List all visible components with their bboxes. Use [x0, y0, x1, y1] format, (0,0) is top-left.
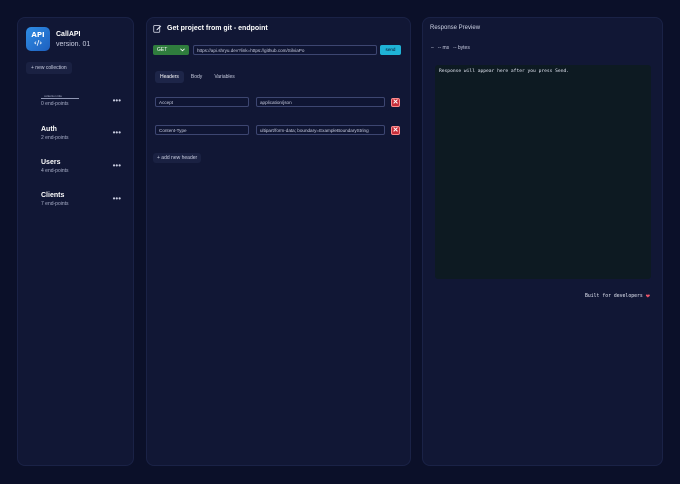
response-status: – [431, 45, 434, 51]
endpoint-title: Get project from git - endpoint [167, 25, 268, 32]
collection-count: 0 end-points [41, 101, 69, 107]
tab-headers[interactable]: Headers [155, 71, 184, 83]
header-value-input[interactable]: ultipart/form-data; boundary=ExampleBoun… [256, 125, 385, 135]
response-title: Response Preview [430, 25, 481, 31]
brand: API ‹/› CallAPI version. 01 [26, 27, 90, 51]
request-tabs: Headers Body Variables [155, 71, 242, 83]
more-options-icon[interactable]: ••• [113, 128, 121, 137]
collection-item-auth[interactable]: Auth 2 end-points ••• [41, 126, 121, 141]
footer-text: Built for developers [585, 293, 643, 299]
delete-header-icon[interactable]: ✕ [391, 125, 400, 135]
footer: Built for developers ❤ [585, 292, 650, 300]
header-key-input[interactable]: Accept [155, 97, 249, 107]
collection-count: 4 end-points [41, 168, 69, 174]
response-placeholder: Response will appear here after you pres… [439, 69, 569, 74]
sidebar: API ‹/› CallAPI version. 01 + new collec… [17, 17, 134, 466]
collection-count: 2 end-points [41, 135, 69, 141]
url-input[interactable]: https://api.shryu.dev?link=https://githu… [193, 45, 377, 55]
method-value: GET [157, 47, 168, 53]
logo-code-glyph: ‹/› [33, 38, 43, 47]
more-options-icon[interactable]: ••• [113, 96, 121, 105]
new-collection-button[interactable]: + new collection [26, 62, 72, 74]
collection-item[interactable]: collection title 0 end-points ••• [41, 94, 121, 107]
send-button[interactable]: send [380, 45, 401, 55]
response-panel: Response Preview – -- ms -- bytes Respon… [422, 17, 663, 466]
collection-name: Auth [41, 126, 57, 133]
collection-title-input[interactable]: collection title [41, 94, 79, 99]
header-value-input[interactable]: application/json [256, 97, 385, 107]
tab-variables[interactable]: Variables [209, 71, 239, 83]
header-row: Content-Type ultipart/form-data; boundar… [155, 125, 400, 135]
app-name: CallAPI [56, 30, 81, 38]
response-size: -- bytes [453, 45, 470, 51]
edit-icon[interactable] [153, 24, 162, 33]
response-time: -- ms [437, 45, 450, 51]
collection-item-users[interactable]: Users 4 end-points ••• [41, 159, 121, 174]
collection-item-clients[interactable]: Clients 7 end-points ••• [41, 192, 121, 207]
response-body: Response will appear here after you pres… [435, 65, 651, 279]
collection-name: Clients [41, 192, 65, 199]
heart-icon: ❤ [645, 292, 650, 300]
more-options-icon[interactable]: ••• [113, 161, 121, 170]
logo-text: API [31, 30, 45, 39]
request-editor: Get project from git - endpoint GET http… [146, 17, 411, 466]
logo-icon: API ‹/› [26, 27, 50, 51]
add-header-button[interactable]: + add new header [153, 153, 202, 163]
method-select[interactable]: GET [153, 45, 189, 55]
app-version: version. 01 [56, 40, 91, 48]
tab-body[interactable]: Body [186, 71, 207, 83]
editor-header: Get project from git - endpoint [153, 24, 268, 33]
more-options-icon[interactable]: ••• [113, 194, 121, 203]
collection-count: 7 end-points [41, 201, 69, 207]
response-meta: – -- ms -- bytes [431, 45, 474, 51]
header-row: Accept application/json ✕ [155, 97, 400, 107]
header-key-input[interactable]: Content-Type [155, 125, 249, 135]
collection-name: Users [41, 159, 61, 166]
chevron-down-icon [180, 48, 185, 52]
delete-header-icon[interactable]: ✕ [391, 97, 400, 107]
